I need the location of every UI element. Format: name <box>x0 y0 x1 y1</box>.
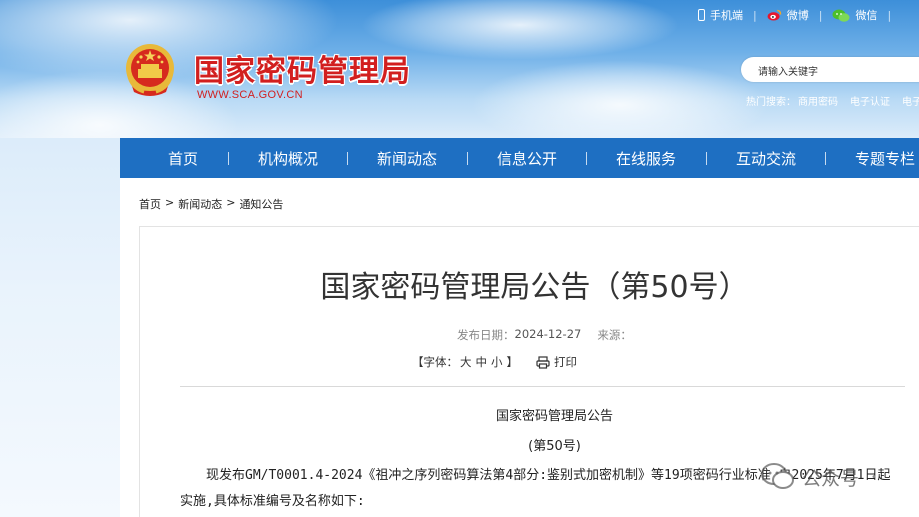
nav-item-info[interactable]: 信息公开 <box>497 148 557 169</box>
divider: | <box>753 8 757 22</box>
font-large-button[interactable]: 大 <box>460 354 472 370</box>
mobile-link[interactable]: 手机端 <box>698 7 743 23</box>
weibo-icon <box>767 9 781 21</box>
watermark: 公众号 • <box>760 462 877 492</box>
print-label: 打印 <box>554 355 577 369</box>
article-title: 国家密码管理局公告（第50号） <box>320 270 749 305</box>
font-small-button[interactable]: 小 <box>491 354 503 370</box>
weibo-link-label: 微博 <box>786 9 809 22</box>
nav-divider <box>467 152 468 165</box>
article-tools: 【字体： 大 中 小 】 打印 <box>412 354 585 370</box>
nav-item-interaction[interactable]: 互动交流 <box>736 148 796 169</box>
main-nav: 首页 机构概况 新闻动态 信息公开 在线服务 互动交流 专题专栏 <box>120 138 919 178</box>
breadcrumb: 首页 > 新闻动态 > 通知公告 <box>139 196 283 212</box>
hot-search: 热门搜索： 商用密码 电子认证 电子 <box>746 93 919 108</box>
font-size-open: 【字体： <box>412 355 458 369</box>
side-background <box>0 138 120 517</box>
nav-divider <box>347 152 348 165</box>
nav-divider <box>228 152 229 165</box>
divider: | <box>887 8 892 22</box>
wechat-icon <box>832 9 850 22</box>
weibo-link[interactable]: 微博 <box>767 7 809 23</box>
divider: | <box>818 8 823 22</box>
hot-search-item[interactable]: 电子认证 <box>850 93 890 108</box>
site-url[interactable]: WWW.SCA.GOV.CN <box>197 89 303 101</box>
search-placeholder: 请输入关键字 <box>758 67 818 78</box>
nav-divider <box>586 152 587 165</box>
nav-item-services[interactable]: 在线服务 <box>616 148 676 169</box>
date-label: 发布日期： <box>457 328 515 342</box>
font-size-close: 】 <box>506 355 519 369</box>
nav-divider <box>706 152 707 165</box>
announcement-heading: 国家密码管理局公告 <box>495 409 613 424</box>
nav-item-home[interactable]: 首页 <box>168 148 198 169</box>
nav-item-news[interactable]: 新闻动态 <box>377 148 437 169</box>
mobile-link-label: 手机端 <box>710 9 743 22</box>
watermark-dot: • <box>871 471 877 483</box>
date-value: 2024-12-27 <box>514 327 582 341</box>
wechat-link-label: 微信 <box>855 9 878 22</box>
site-title[interactable]: 国家密码管理局 <box>194 46 411 90</box>
printer-icon <box>536 355 550 369</box>
watermark-text: 公众号 <box>802 467 860 490</box>
source-label: 来源： <box>597 328 632 342</box>
hot-search-item[interactable]: 电子 <box>902 93 919 108</box>
nav-item-about[interactable]: 机构概况 <box>258 148 318 169</box>
font-medium-button[interactable]: 中 <box>476 354 488 370</box>
top-links: 手机端 | 微博 | 微信 | <box>698 6 901 24</box>
wechat-watermark-icon <box>761 463 794 489</box>
search-input[interactable]: 请输入关键字 <box>741 57 919 82</box>
breadcrumb-separator: > <box>226 196 236 209</box>
hot-search-label: 热门搜索： <box>746 97 796 108</box>
article-meta: 发布日期： 2024-12-27 来源： <box>457 327 632 343</box>
nav-divider <box>825 152 826 165</box>
breadcrumb-notices[interactable]: 通知公告 <box>239 196 283 212</box>
national-emblem-icon <box>126 44 174 96</box>
breadcrumb-news[interactable]: 新闻动态 <box>178 196 222 212</box>
breadcrumb-home[interactable]: 首页 <box>139 196 161 212</box>
phone-icon <box>698 9 705 21</box>
announcement-number: (第50号) <box>528 439 581 454</box>
hot-search-item[interactable]: 商用密码 <box>798 93 838 108</box>
nav-item-topics[interactable]: 专题专栏 <box>855 148 915 169</box>
print-button[interactable]: 打印 <box>536 354 581 370</box>
wechat-link[interactable]: 微信 <box>832 7 877 23</box>
breadcrumb-separator: > <box>165 196 175 209</box>
divider-line <box>180 386 905 387</box>
